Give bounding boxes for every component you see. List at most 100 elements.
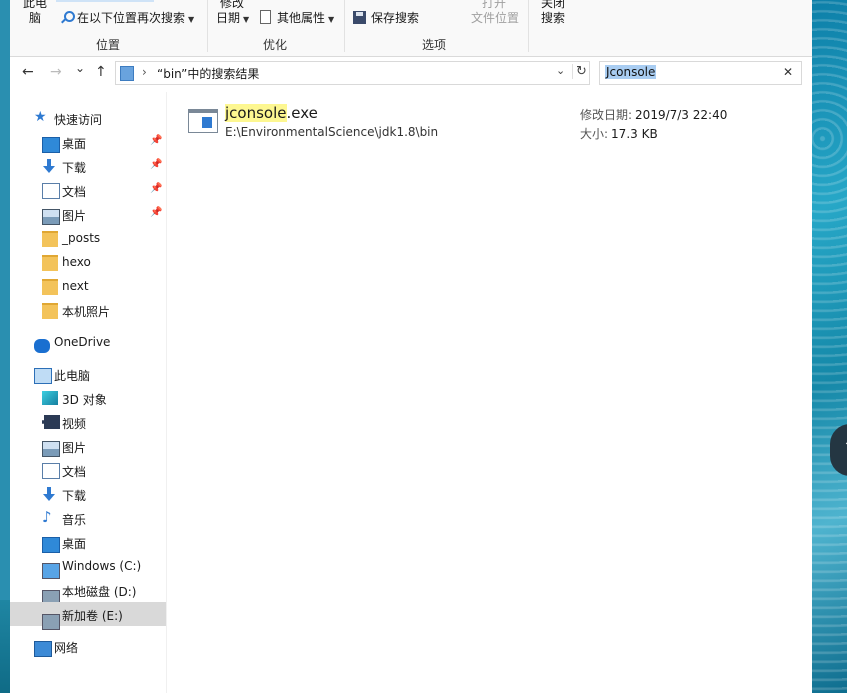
navigation-pane: ★ 快速访问桌面 📌 下载 📌 文档 📌 图片 📌 _postshexo next 本机照片 OneDr… (10, 100, 166, 693)
sidebar-item-label: 新加卷 (E:) (62, 609, 123, 623)
computer-icon (34, 368, 52, 384)
ribbon-highlight (56, 0, 154, 2)
sidebar-item-label: Windows (C:) (62, 559, 142, 573)
sidebar-item[interactable]: 下载 (10, 482, 166, 506)
this-pc-button-label[interactable]: 脑 (29, 9, 41, 26)
sidebar-item-label: 3D 对象 (62, 393, 107, 407)
up-button[interactable]: ↑ (95, 64, 107, 80)
sidebar-item[interactable]: ★ 快速访问 (10, 106, 166, 130)
address-dropdown-button[interactable]: ⌄ (556, 64, 565, 77)
search-match-highlight: jconsole (225, 104, 287, 122)
sidebar-item-label: 视频 (62, 417, 87, 431)
result-file-name[interactable]: jconsole.exe (225, 104, 318, 122)
address-bar[interactable]: › “bin”中的搜索结果 ⌄ ↻ (115, 61, 590, 85)
search-again-button[interactable]: 在以下位置再次搜索 ▼ (60, 9, 194, 26)
sidebar-item[interactable]: 视频 (10, 410, 166, 434)
folder-icon (42, 303, 58, 319)
sidebar-item[interactable]: 3D 对象 (10, 386, 166, 410)
sidebar-item[interactable]: 此电脑 (10, 362, 166, 386)
sidebar-item[interactable]: 桌面 📌 (10, 130, 166, 154)
windows-drive-icon (42, 563, 60, 579)
forward-button[interactable]: → (50, 64, 62, 80)
other-properties-button[interactable]: 其他属性 ▼ (260, 9, 334, 26)
sidebar-item-label: 图片 (62, 209, 87, 223)
pin-icon[interactable]: 📌 (150, 159, 162, 170)
size-label: 大小: (580, 127, 609, 141)
sidebar-item-label: OneDrive (54, 335, 111, 349)
close-icon[interactable]: ✕ (783, 65, 793, 79)
drive-icon (42, 614, 60, 630)
star-icon: ★ (34, 109, 47, 125)
date-modified-button[interactable]: 日期 ▼ (216, 9, 249, 26)
date-modified-label: 日期 (216, 11, 241, 25)
modified-value: 2019/7/3 22:40 (635, 108, 728, 122)
pane-divider[interactable] (166, 92, 167, 693)
pin-icon[interactable]: 📌 (150, 183, 162, 194)
back-button[interactable]: ← (22, 64, 34, 80)
cloud-icon (34, 339, 50, 353)
sidebar-item-label: 快速访问 (54, 113, 103, 127)
sidebar-item-label: 此电脑 (54, 369, 91, 383)
sidebar-item[interactable]: 新加卷 (E:) (10, 602, 166, 630)
sidebar-item[interactable]: 网络 (10, 634, 166, 658)
sidebar-item[interactable]: 图片 📌 (10, 202, 166, 226)
download-icon (42, 487, 58, 501)
open-file-location-button: 文件位置 (471, 11, 520, 25)
search-input-value[interactable]: Jconsole (605, 65, 657, 79)
sidebar-item-label: 图片 (62, 441, 87, 455)
close-search-button[interactable]: 搜索 (541, 9, 565, 26)
search-input[interactable]: Jconsole ✕ (599, 61, 802, 85)
pin-icon[interactable]: 📌 (150, 207, 162, 218)
sidebar-item-label: next (62, 279, 89, 293)
application-icon[interactable] (188, 109, 218, 133)
search-icon (60, 11, 75, 24)
recent-locations-button[interactable]: ⌄ (75, 61, 85, 75)
download-icon (42, 159, 58, 173)
result-size: 大小: 17.3 KB (580, 125, 658, 142)
sidebar-item[interactable]: OneDrive (10, 330, 166, 354)
sidebar-item-label: 本地磁盘 (D:) (62, 585, 137, 599)
sidebar-item[interactable]: 本地磁盘 (D:) (10, 578, 166, 606)
sidebar-item[interactable]: 下载 📌 (10, 154, 166, 178)
ribbon-group-options: 选项 (422, 38, 447, 52)
music-icon: ♪ (42, 508, 52, 526)
pin-icon[interactable]: 📌 (150, 135, 162, 146)
video-icon (42, 415, 60, 429)
sidebar-item[interactable]: Windows (C:) (10, 554, 166, 579)
3d-objects-icon (42, 391, 58, 405)
sidebar-item-label: 文档 (62, 185, 87, 199)
sidebar-item[interactable]: _posts (10, 226, 166, 250)
sidebar-item-label: 桌面 (62, 137, 87, 151)
sidebar-item[interactable]: 本机照片 (10, 298, 166, 322)
desktop-background-left (0, 600, 10, 693)
refresh-button[interactable]: ↻ (572, 64, 587, 79)
ribbon-divider (344, 0, 345, 52)
save-search-label: 保存搜索 (371, 11, 420, 25)
sidebar-item-label: 音乐 (62, 513, 87, 527)
sidebar-item-label: 本机照片 (62, 305, 111, 319)
search-results-icon (120, 66, 134, 81)
sidebar-item[interactable]: hexo (10, 250, 166, 274)
folder-icon (42, 255, 58, 271)
ribbon-group-location: 位置 (96, 38, 121, 52)
sidebar-item-label: 桌面 (62, 537, 87, 551)
sidebar-item[interactable]: ♪ 音乐 (10, 506, 166, 530)
document-icon (260, 10, 271, 24)
save-search-button[interactable]: 保存搜索 (353, 9, 419, 26)
sidebar-item[interactable]: 文档 📌 (10, 178, 166, 202)
sidebar-item-label: 下载 (62, 161, 87, 175)
sidebar-item[interactable]: next (10, 274, 166, 298)
network-icon (34, 641, 52, 657)
breadcrumb-chevron[interactable]: › (142, 65, 147, 79)
file-explorer-window: 此电 脑 在以下位置再次搜索 ▼ 修改 日期 ▼ 其他属性 ▼ 保存搜索 打开 文件位… (10, 0, 812, 693)
sidebar-item[interactable]: 桌面 (10, 530, 166, 554)
chevron-down-icon: ▼ (243, 15, 250, 24)
document-icon (42, 183, 60, 199)
sidebar-item-label: _posts (62, 231, 101, 245)
sidebar-item[interactable]: 图片 (10, 434, 166, 458)
desktop-icon (42, 537, 60, 553)
floating-button-glyph: ↑ (843, 439, 847, 455)
breadcrumb[interactable]: “bin”中的搜索结果 (157, 65, 259, 82)
sidebar-item[interactable]: 文档 (10, 458, 166, 482)
other-properties-label: 其他属性 (277, 11, 326, 25)
